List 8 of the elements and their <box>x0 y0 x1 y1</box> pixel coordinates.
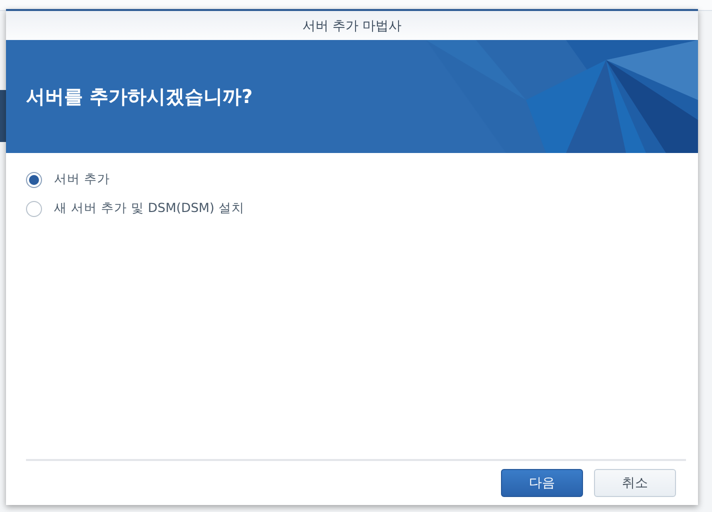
window-title: 서버 추가 마법사 <box>302 18 402 34</box>
option-label[interactable]: 새 서버 추가 및 DSM(DSM) 설치 <box>54 200 244 217</box>
option-label[interactable]: 서버 추가 <box>54 171 110 188</box>
radio-button[interactable] <box>26 200 42 216</box>
next-button[interactable]: 다음 <box>501 469 583 497</box>
cancel-button[interactable]: 취소 <box>594 469 676 497</box>
banner-heading: 서버를 추가하시겠습니까? <box>26 84 253 110</box>
radio-button[interactable] <box>26 172 42 188</box>
